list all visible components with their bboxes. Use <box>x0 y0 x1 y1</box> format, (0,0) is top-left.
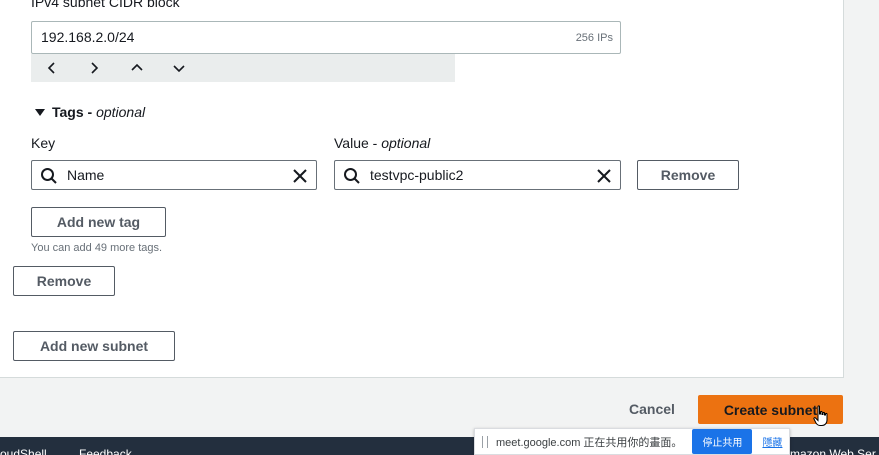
chevron-down-icon[interactable] <box>169 58 189 78</box>
add-new-subnet-button[interactable]: Add new subnet <box>13 331 175 361</box>
cloudshell-link[interactable]: oudShell <box>0 447 47 455</box>
cidr-input[interactable]: 192.168.2.0/24 256 IPs <box>31 21 621 54</box>
chevron-right-icon[interactable] <box>84 58 104 78</box>
remove-tag-button[interactable]: Remove <box>637 160 739 190</box>
search-icon <box>343 167 361 185</box>
tag-key-value: Name <box>67 167 105 183</box>
tag-key-field[interactable]: Name <box>31 160 317 190</box>
caret-down-icon <box>35 108 45 116</box>
tag-value-field[interactable]: testvpc-public2 <box>334 160 621 190</box>
drag-handle-icon[interactable] <box>482 435 488 448</box>
hide-sharing-bar-link[interactable]: 隱藏 <box>762 434 782 449</box>
value-label: Value - optional <box>334 135 431 151</box>
meet-sharing-bar: meet.google.com 正在共用你的畫面。 停止共用 隱藏 <box>474 428 790 455</box>
remove-subnet-button[interactable]: Remove <box>13 266 115 296</box>
cidr-label: IPv4 subnet CIDR block <box>31 0 180 10</box>
cancel-button[interactable]: Cancel <box>629 401 675 417</box>
stop-sharing-button[interactable]: 停止共用 <box>692 429 753 454</box>
cidr-stepper <box>31 54 455 82</box>
feedback-link[interactable]: Feedback <box>79 447 132 455</box>
tag-value-value: testvpc-public2 <box>370 167 464 183</box>
tags-expand-toggle[interactable]: Tags - optional <box>35 104 145 120</box>
bottom-bar-right-text: mazon Web Ser <box>790 447 876 455</box>
cidr-ip-count: 256 IPs <box>575 32 613 44</box>
meet-sharing-message: meet.google.com 正在共用你的畫面。 <box>496 436 683 449</box>
clear-icon[interactable] <box>595 167 613 185</box>
cidr-value: 192.168.2.0/24 <box>41 29 135 45</box>
chevron-up-icon[interactable] <box>127 58 147 78</box>
chevron-left-icon[interactable] <box>42 58 62 78</box>
add-new-tag-button[interactable]: Add new tag <box>31 207 166 237</box>
search-icon <box>40 167 58 185</box>
tags-remaining-hint: You can add 49 more tags. <box>31 242 163 254</box>
tags-toggle-label: Tags - optional <box>52 104 146 120</box>
subnet-settings-panel: IPv4 subnet CIDR block 192.168.2.0/24 25… <box>0 0 844 378</box>
clear-icon[interactable] <box>291 167 309 185</box>
key-label: Key <box>31 135 56 151</box>
hand-cursor-icon <box>813 405 828 426</box>
